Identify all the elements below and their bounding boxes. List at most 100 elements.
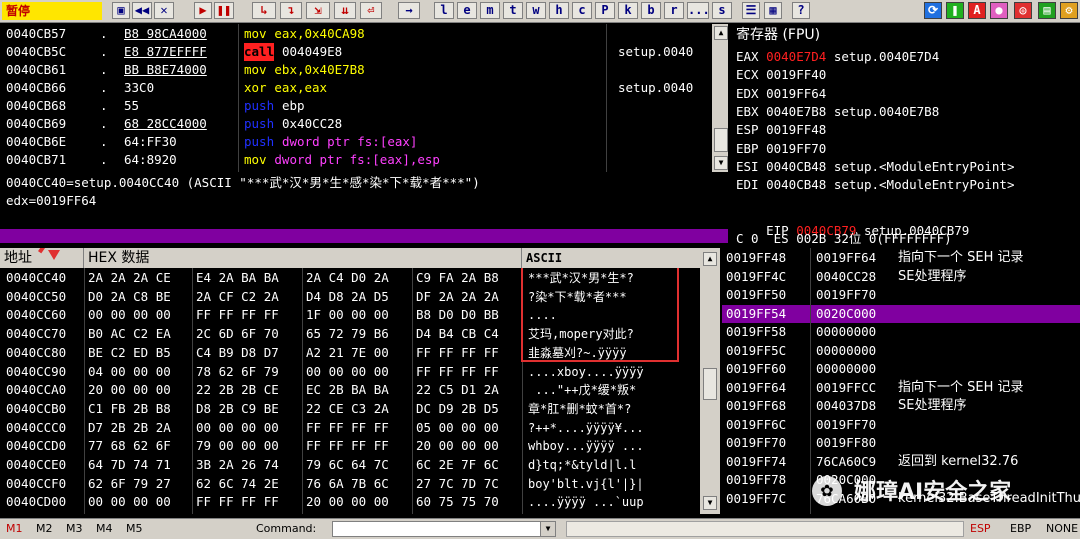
disassembly-scrollbar[interactable]: ▲ ▼ (712, 24, 728, 172)
window-button-b[interactable]: b (641, 2, 661, 19)
register-row-edi[interactable]: EDI 0040CB48 setup.<ModuleEntryPoint> (736, 176, 1014, 194)
register-row-ecx[interactable]: ECX 0019FF40 (736, 66, 834, 84)
register-row-eax[interactable]: EAX 0040E7D4 setup.0040E7D4 (736, 48, 939, 66)
grid-icon[interactable]: ▦ (764, 2, 782, 19)
execute-till-return-icon[interactable]: ⏎ (360, 2, 382, 19)
stack-value: 0019FFCC (816, 379, 877, 395)
step-over-icon[interactable]: ↴ (280, 2, 302, 19)
list-icon[interactable]: ☰ (742, 2, 760, 19)
window-button-c[interactable]: c (572, 2, 592, 19)
stack-row[interactable]: 0019FF74 76CA60C9 返回到 kernel32.76 (722, 453, 1080, 471)
a-icon[interactable]: A (968, 2, 986, 19)
register-value[interactable]: 0040E7D4 (766, 49, 826, 64)
command-input[interactable]: ▼ (332, 521, 556, 537)
target-icon[interactable]: ◎ (1014, 2, 1032, 19)
stack-row[interactable]: 0019FF54 0020C000 (722, 304, 1080, 323)
stack-row[interactable]: 0019FF4C 0040CC28 SE处理程序 (722, 268, 1080, 286)
plugin-icon[interactable]: ❚ (946, 2, 964, 19)
stack-row[interactable]: 0019FF58 00000000 (722, 323, 1080, 341)
dump-scrollbar[interactable]: ▲ ▼ (700, 248, 720, 514)
window-button-r[interactable]: r (664, 2, 684, 19)
chart-icon[interactable]: ▤ (1038, 2, 1056, 19)
window-button-P[interactable]: P (595, 2, 615, 19)
dump-row[interactable]: 0040CCE0 64 7D 74 71 3B 2A 26 74 79 6C 64 7… (0, 456, 700, 474)
status-esp[interactable]: ESP (970, 522, 991, 535)
dump-row[interactable]: 0040CCA0 20 00 00 00 22 2B 2B CE EC 2B BA B… (0, 381, 700, 399)
window-button-h[interactable]: h (549, 2, 569, 19)
memory-mark-m5[interactable]: M5 (126, 522, 143, 535)
register-row-ebx[interactable]: EBX 0040E7B8 setup.0040E7B8 (736, 103, 939, 121)
instruction-marker: . (100, 116, 108, 131)
status-none[interactable]: NONE (1046, 522, 1078, 535)
dump-row[interactable]: 0040CCD0 77 68 62 6F 79 00 00 00 FF FF FF F… (0, 437, 700, 455)
dump-row[interactable]: 0040CC90 04 00 00 00 78 62 6F 79 00 00 00 0… (0, 363, 700, 381)
window-button-t[interactable]: t (503, 2, 523, 19)
dump-header-ascii[interactable]: ASCII (522, 248, 720, 268)
dump-row[interactable]: 0040CCB0 C1 FB 2B B8 D8 2B C9 BE 22 CE C3 2… (0, 400, 700, 418)
register-value[interactable]: 0019FF64 (766, 86, 826, 101)
register-value[interactable]: 0040CB48 (766, 159, 826, 174)
rewind-icon[interactable]: ◀◀ (132, 2, 152, 19)
stack-row[interactable]: 0019FF50 0019FF70 (722, 286, 1080, 304)
trace-over-icon[interactable]: ⇊ (334, 2, 356, 19)
stack-row[interactable]: 0019FF6C 0019FF70 (722, 416, 1080, 434)
help-icon[interactable]: ? (792, 2, 810, 19)
trace-into-icon[interactable]: ⇲ (306, 2, 330, 19)
dump-row[interactable]: 0040CD00 00 00 00 00 FF FF FF FF 20 00 00 0… (0, 493, 700, 511)
window-button-m[interactable]: m (480, 2, 500, 19)
command-dropdown-chevron-down-icon[interactable]: ▼ (540, 522, 555, 536)
register-row-esi[interactable]: ESI 0040CB48 setup.<ModuleEntryPoint> (736, 158, 1014, 176)
window-button-more[interactable]: ... (687, 2, 710, 19)
stack-value: 0019FF64 (816, 250, 877, 265)
register-value[interactable]: 0040CB48 (766, 177, 826, 192)
register-row-edx[interactable]: EDX 0019FF64 (736, 85, 834, 103)
stack-row[interactable]: 0019FF64 0019FFCC 指向下一个 SEH 记录 (722, 379, 1080, 397)
registers-pane[interactable]: 寄存器 (FPU) EAX 0040E7D4 setup.0040E7D4 ECX… (732, 24, 1080, 246)
mem-icon[interactable]: ● (990, 2, 1008, 19)
register-value[interactable]: 0019FF40 (766, 67, 826, 82)
step-into-icon[interactable]: ↳ (252, 2, 276, 19)
column-divider (606, 24, 607, 172)
settings-icon[interactable]: ⚙ (1060, 2, 1078, 19)
instruction-bytes: 68 28CC4000 (124, 116, 207, 131)
run-icon[interactable]: ▶ (194, 2, 212, 19)
stack-row[interactable]: 0019FF5C 00000000 (722, 342, 1080, 360)
stack-address: 0019FF58 (726, 324, 787, 339)
refresh-icon[interactable]: ⟳ (924, 2, 942, 19)
stack-row[interactable]: 0019FF60 00000000 (722, 360, 1080, 378)
stack-row[interactable]: 0019FF70 0019FF80 (722, 434, 1080, 452)
hex-dump-pane[interactable]: 0040CC40 2A 2A 2A CE E4 2A BA BA 2A C4 D0 2… (0, 268, 700, 514)
eip-row[interactable]: EIP 0040CB79 setup.0040CB79 (736, 204, 969, 238)
window-button-l[interactable]: l (434, 2, 454, 19)
memory-mark-m4[interactable]: M4 (96, 522, 113, 535)
stack-address: 0019FF74 (726, 453, 787, 469)
window-button-e[interactable]: e (457, 2, 477, 19)
open-file-icon[interactable]: ▣ (112, 2, 130, 19)
instruction-address: 0040CB5C (6, 44, 67, 59)
window-button-w[interactable]: w (526, 2, 546, 19)
dump-row[interactable]: 0040CCC0 D7 2B 2B 2A 00 00 00 00 FF FF FF F… (0, 419, 700, 437)
stack-row[interactable]: 0019FF68 004037D8 SE处理程序 (722, 397, 1080, 415)
dump-hex-group: C4 B9 D8 D7 (196, 344, 279, 360)
pause-icon[interactable]: ❚❚ (214, 2, 234, 19)
register-row-ebp[interactable]: EBP 0019FF70 (736, 140, 834, 158)
register-value[interactable]: 0019FF70 (766, 141, 826, 156)
memory-mark-m1[interactable]: M1 (6, 522, 23, 535)
dump-ascii: d}tq;*&tyld|l.l (528, 458, 637, 472)
goto-icon[interactable]: → (398, 2, 420, 19)
memory-mark-m2[interactable]: M2 (36, 522, 53, 535)
window-button-s[interactable]: s (712, 2, 732, 19)
dump-row[interactable]: 0040CCF0 62 6F 79 27 62 6C 74 2E 76 6A 7B 6… (0, 475, 700, 493)
close-icon[interactable]: ✕ (154, 2, 174, 19)
window-button-k[interactable]: k (618, 2, 638, 19)
disassembly-pane[interactable]: 0040CB57. B8 98CA4000 mov eax,0x40CA98 0040C… (0, 24, 728, 172)
dump-header-hex[interactable]: HEX 数据 (84, 248, 522, 268)
register-value[interactable]: 0019FF48 (766, 122, 826, 137)
stack-value: 00000000 (816, 361, 877, 376)
status-ebp[interactable]: EBP (1010, 522, 1031, 535)
memory-mark-m3[interactable]: M3 (66, 522, 83, 535)
info-line-1: 0040CC40=setup.0040CC40 (ASCII "***武*汉*男… (6, 175, 480, 190)
register-value[interactable]: 0040E7B8 (766, 104, 826, 119)
register-row-esp[interactable]: ESP 0019FF48 (736, 121, 834, 139)
stack-row[interactable]: 0019FF48 0019FF64 指向下一个 SEH 记录 (722, 249, 1080, 267)
